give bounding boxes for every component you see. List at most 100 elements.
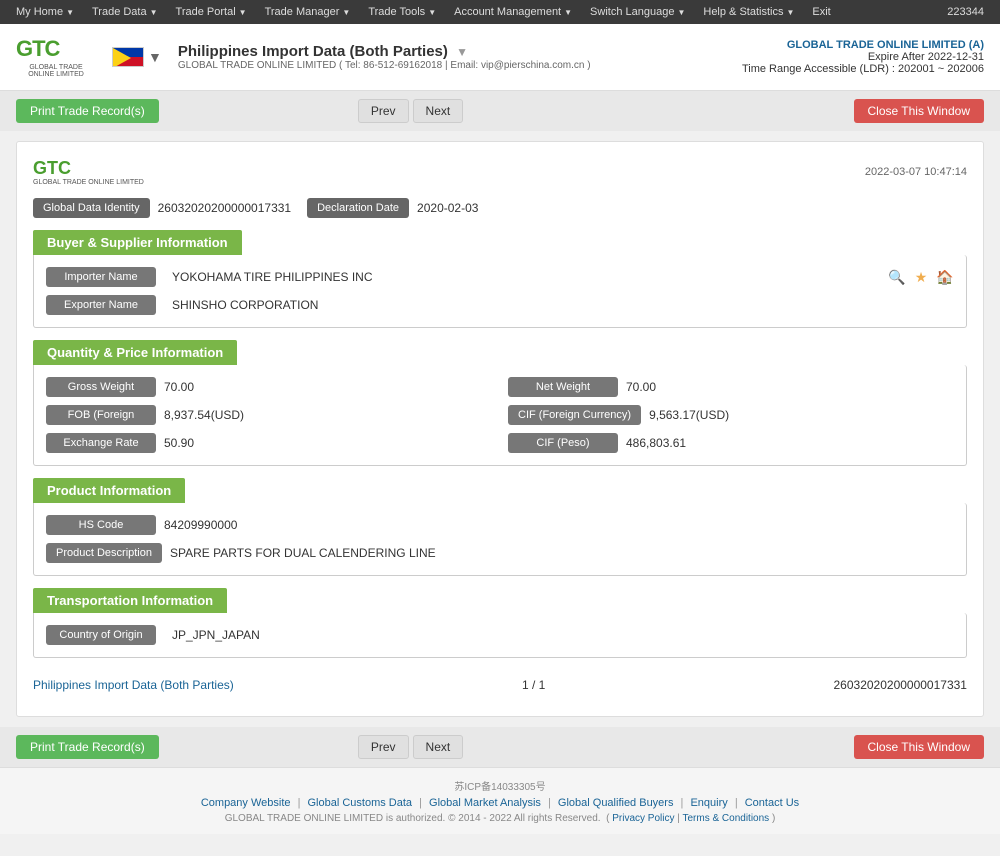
chevron-down-icon: ▼ (150, 8, 158, 17)
top-action-bar: Print Trade Record(s) Prev Next Close Th… (0, 91, 1000, 131)
nav-trade-data[interactable]: Trade Data ▼ (84, 0, 166, 24)
page-title: Philippines Import Data (Both Parties) ▼ (178, 43, 591, 60)
chevron-down-icon: ▼ (564, 8, 572, 17)
star-icon[interactable]: ★ (912, 268, 930, 286)
hs-code-value: 84209990000 (164, 518, 237, 532)
nav-my-home[interactable]: My Home ▼ (8, 0, 82, 24)
nav-trade-tools[interactable]: Trade Tools ▼ (360, 0, 444, 24)
exchange-rate-label: Exchange Rate (46, 433, 156, 453)
footer-link-enquiry[interactable]: Enquiry (690, 797, 727, 809)
footer-divider: | (735, 797, 741, 809)
declaration-date-value: 2020-02-03 (417, 201, 478, 215)
product-desc-value: SPARE PARTS FOR DUAL CALENDERING LINE (170, 546, 436, 560)
gross-weight-field: Gross Weight 70.00 (46, 377, 492, 397)
product-title-bar: Product Information (33, 478, 967, 503)
header-right: GLOBAL TRADE ONLINE LIMITED (A) Expire A… (742, 39, 984, 75)
declaration-date-field: Declaration Date 2020-02-03 (307, 198, 478, 218)
exchange-rate-field: Exchange Rate 50.90 (46, 433, 492, 453)
search-icon[interactable]: 🔍 (888, 268, 906, 286)
buyer-supplier-content: Importer Name YOKOHAMA TIRE PHILIPPINES … (33, 255, 967, 328)
time-range: Time Range Accessible (LDR) : 202001 ~ 2… (742, 63, 984, 75)
global-data-identity-value: 26032020200000017331 (158, 201, 291, 215)
close-window-button-top[interactable]: Close This Window (854, 99, 984, 123)
net-weight-value: 70.00 (626, 380, 656, 394)
cif-peso-field: CIF (Peso) 486,803.61 (508, 433, 954, 453)
nav-account-management[interactable]: Account Management ▼ (446, 0, 580, 24)
product-section: Product Information HS Code 84209990000 … (33, 478, 967, 576)
quantity-price-content: Gross Weight 70.00 Net Weight 70.00 FOB … (33, 365, 967, 466)
pagination: 1 / 1 (522, 678, 545, 692)
quantity-price-section: Quantity & Price Information Gross Weigh… (33, 340, 967, 466)
home-icon[interactable]: 🏠 (936, 268, 954, 286)
prev-button-bottom[interactable]: Prev (358, 735, 409, 759)
main-content: GTC GLOBAL TRADE ONLINE LIMITED 2022-03-… (0, 131, 1000, 727)
footer-link-contact[interactable]: Contact Us (745, 797, 799, 809)
hs-code-row: HS Code 84209990000 (46, 515, 954, 535)
importer-label: Importer Name (46, 267, 156, 287)
prev-button-top[interactable]: Prev (358, 99, 409, 123)
product-title: Product Information (33, 478, 185, 503)
exporter-value: SHINSHO CORPORATION (172, 298, 318, 312)
footer-divider: | (548, 797, 554, 809)
importer-row: Importer Name YOKOHAMA TIRE PHILIPPINES … (46, 267, 954, 287)
cif-peso-value: 486,803.61 (626, 436, 686, 450)
net-weight-field: Net Weight 70.00 (508, 377, 954, 397)
chevron-down-icon: ▼ (342, 8, 350, 17)
logo-area: GTC GLOBAL TRADE ONLINE LIMITED ▼ (16, 32, 162, 82)
page-footer: 苏ICP备14033305号 Company Website | Global … (0, 767, 1000, 834)
footer-divider: | (681, 797, 687, 809)
global-data-identity-label: Global Data Identity (33, 198, 150, 218)
record-footer: Philippines Import Data (Both Parties) 1… (33, 670, 967, 700)
next-button-bottom[interactable]: Next (413, 735, 464, 759)
close-window-button-bottom[interactable]: Close This Window (854, 735, 984, 759)
nav-switch-language[interactable]: Switch Language ▼ (582, 0, 693, 24)
footer-link-company[interactable]: Company Website (201, 797, 291, 809)
record-card: GTC GLOBAL TRADE ONLINE LIMITED 2022-03-… (16, 141, 984, 717)
nav-exit[interactable]: Exit (804, 0, 838, 24)
flag-dropdown-icon[interactable]: ▼ (148, 49, 162, 65)
transportation-section: Transportation Information Country of Or… (33, 588, 967, 658)
card-header: GTC GLOBAL TRADE ONLINE LIMITED 2022-03-… (33, 158, 967, 186)
exporter-label: Exporter Name (46, 295, 156, 315)
top-navigation: My Home ▼ Trade Data ▼ Trade Portal ▼ Tr… (0, 0, 1000, 24)
card-logo-sub: GLOBAL TRADE ONLINE LIMITED (33, 179, 144, 186)
chevron-down-icon: ▼ (428, 8, 436, 17)
cif-foreign-value: 9,563.17(USD) (649, 408, 729, 422)
icp-number: 苏ICP备14033305号 (16, 778, 984, 793)
next-button-top[interactable]: Next (413, 99, 464, 123)
cif-foreign-label: CIF (Foreign Currency) (508, 405, 641, 425)
copyright-text: GLOBAL TRADE ONLINE LIMITED is authorize… (16, 813, 984, 824)
record-footer-title: Philippines Import Data (Both Parties) (33, 678, 234, 692)
nav-trade-portal[interactable]: Trade Portal ▼ (168, 0, 255, 24)
nav-help-statistics[interactable]: Help & Statistics ▼ (695, 0, 802, 24)
nav-trade-manager[interactable]: Trade Manager ▼ (257, 0, 359, 24)
footer-link-market[interactable]: Global Market Analysis (429, 797, 541, 809)
country-origin-row: Country of Origin JP_JPN_JAPAN (46, 625, 954, 645)
cif-peso-label: CIF (Peso) (508, 433, 618, 453)
buyer-supplier-title-bar: Buyer & Supplier Information (33, 230, 967, 255)
footer-links: Company Website | Global Customs Data | … (16, 797, 984, 809)
user-id: 223344 (939, 6, 992, 18)
chevron-down-icon: ▼ (786, 8, 794, 17)
print-button-bottom[interactable]: Print Trade Record(s) (16, 735, 159, 759)
gross-weight-value: 70.00 (164, 380, 194, 394)
exchange-rate-value: 50.90 (164, 436, 194, 450)
net-weight-label: Net Weight (508, 377, 618, 397)
title-dropdown-icon[interactable]: ▼ (456, 45, 468, 59)
header-title-area: Philippines Import Data (Both Parties) ▼… (178, 43, 591, 71)
terms-conditions-link[interactable]: Terms & Conditions (682, 813, 769, 824)
quantity-price-title: Quantity & Price Information (33, 340, 237, 365)
product-desc-row: Product Description SPARE PARTS FOR DUAL… (46, 543, 954, 563)
privacy-policy-link[interactable]: Privacy Policy (612, 813, 674, 824)
footer-divider: | (298, 797, 304, 809)
nav-buttons-bottom: Prev Next (358, 735, 463, 759)
print-button-top[interactable]: Print Trade Record(s) (16, 99, 159, 123)
expire-date: Expire After 2022-12-31 (742, 51, 984, 63)
quantity-price-grid: Gross Weight 70.00 Net Weight 70.00 FOB … (46, 377, 954, 453)
footer-link-customs[interactable]: Global Customs Data (308, 797, 413, 809)
company-name: GLOBAL TRADE ONLINE LIMITED (A) (742, 39, 984, 51)
footer-link-buyers[interactable]: Global Qualified Buyers (558, 797, 674, 809)
flag-area: ▼ (112, 47, 162, 67)
chevron-down-icon: ▼ (66, 8, 74, 17)
gross-weight-label: Gross Weight (46, 377, 156, 397)
